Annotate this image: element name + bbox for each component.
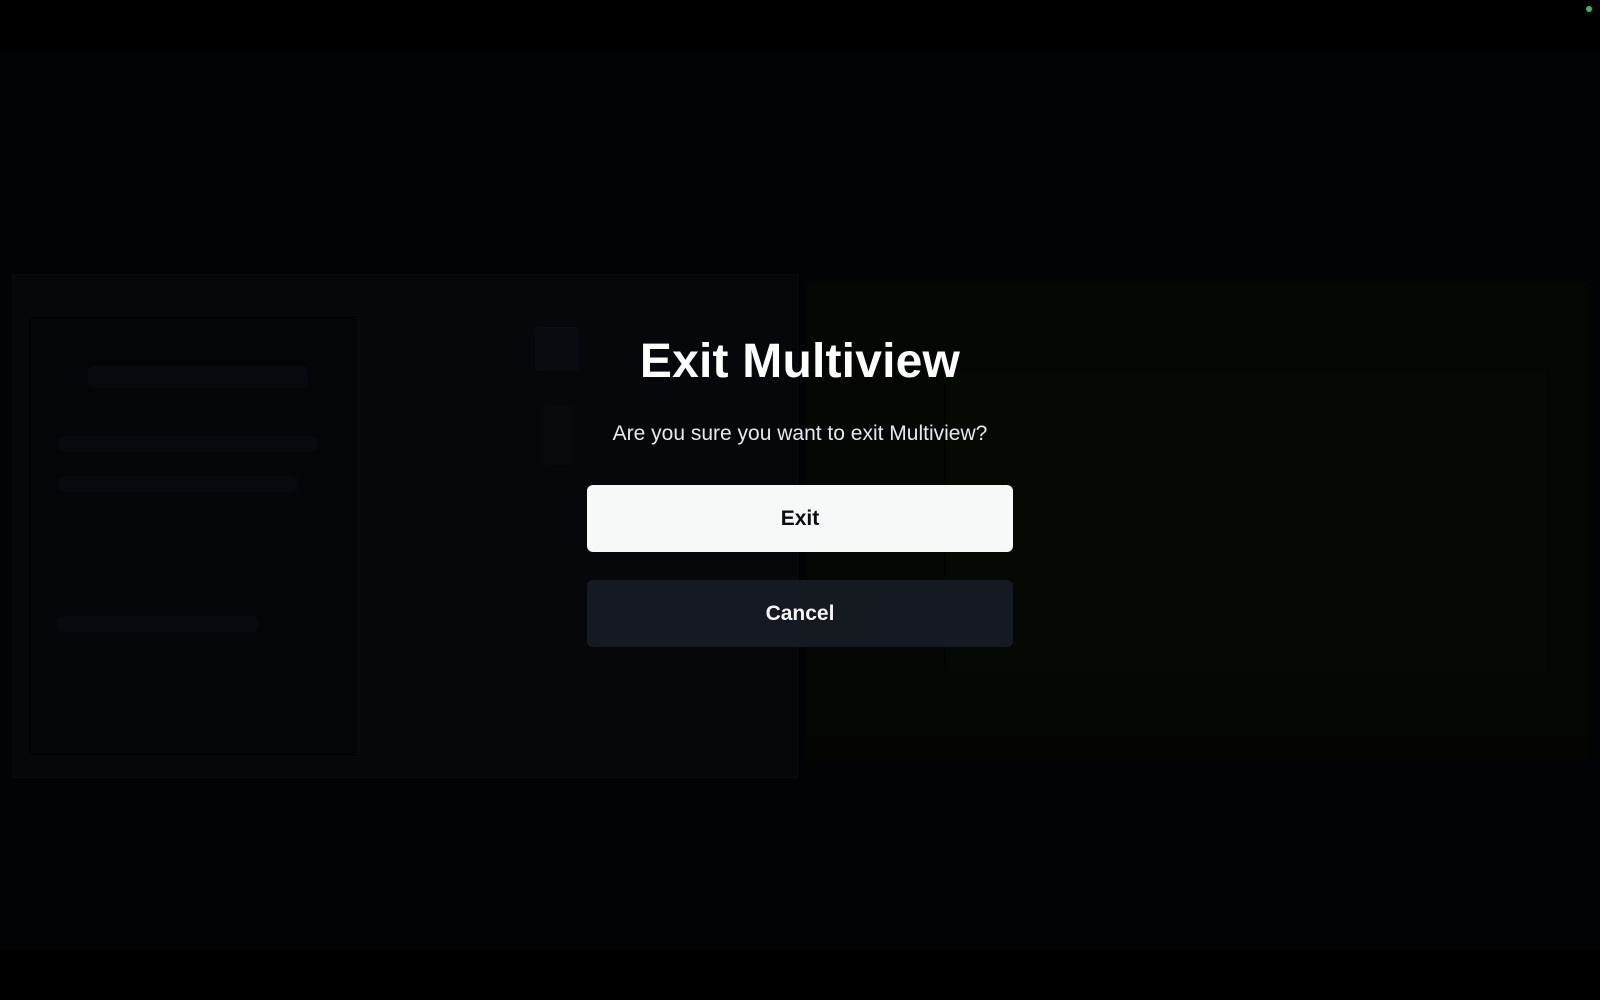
exit-button[interactable]: Exit [587, 485, 1013, 552]
dialog-title: Exit Multiview [639, 335, 961, 388]
top-bar [0, 0, 1600, 52]
status-indicator-icon [1586, 6, 1592, 12]
dialog-message: Are you sure you want to exit Multiview? [612, 422, 988, 445]
cancel-button[interactable]: Cancel [587, 580, 1013, 647]
bottom-bar [0, 950, 1600, 1000]
exit-multiview-dialog: Exit Multiview Are you sure you want to … [587, 282, 1013, 647]
multiview-screen: Exit Multiview Are you sure you want to … [0, 0, 1600, 1000]
